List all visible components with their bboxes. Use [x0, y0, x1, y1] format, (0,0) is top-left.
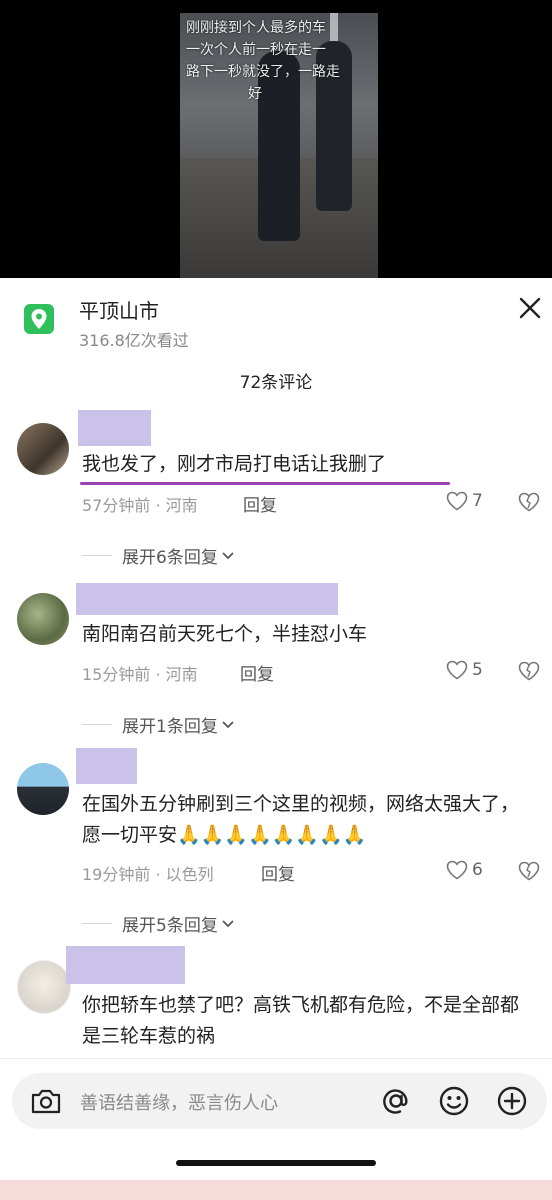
- expand-replies-label: 展开1条回复: [122, 717, 218, 737]
- video-caption-line: 路下一秒就没了，一路走: [186, 64, 340, 80]
- comment-meta: 15分钟前 · 河南: [82, 665, 198, 684]
- expand-replies-label: 展开6条回复: [122, 548, 218, 568]
- camera-icon[interactable]: [28, 1083, 64, 1119]
- expand-divider: [82, 923, 112, 924]
- close-icon[interactable]: [517, 295, 543, 321]
- comment-meta: 57分钟前 · 河南: [82, 496, 198, 515]
- video-caption-line: 一次个人前一秒在走一: [186, 42, 326, 58]
- like-button[interactable]: 6: [446, 860, 483, 880]
- expand-replies-label: 展开5条回复: [122, 916, 218, 936]
- chevron-down-icon: [222, 919, 234, 927]
- location-views: 316.8亿次看过: [79, 331, 189, 350]
- dislike-icon[interactable]: [518, 861, 540, 885]
- like-count: 7: [472, 491, 483, 511]
- emoji-icon[interactable]: [436, 1083, 472, 1119]
- avatar[interactable]: [17, 960, 71, 1014]
- avatar[interactable]: [17, 593, 69, 645]
- redacted-username: [66, 946, 185, 984]
- chevron-down-icon: [222, 551, 234, 559]
- comment-text: 南阳南召前天死七个，半挂怼小车: [82, 623, 368, 645]
- home-indicator[interactable]: [176, 1160, 376, 1166]
- expand-replies-button[interactable]: 展开6条回复: [82, 543, 235, 568]
- heart-icon: [446, 860, 468, 880]
- redacted-username: [76, 583, 338, 615]
- like-button[interactable]: 7: [446, 491, 483, 511]
- avatar[interactable]: [17, 763, 69, 815]
- expand-divider: [82, 555, 112, 556]
- comment-meta: 19分钟前 · 以色列: [82, 865, 214, 884]
- avatar[interactable]: [17, 423, 69, 475]
- heart-icon: [446, 660, 468, 680]
- video-caption-line: 好: [248, 86, 262, 102]
- like-button[interactable]: 5: [446, 660, 483, 680]
- reply-button[interactable]: 回复: [240, 660, 274, 685]
- comment-text: 在国外五分钟刷到三个这里的视频，网络太强大了，愿一切平安🙏🙏🙏🙏🙏🙏🙏🙏: [82, 793, 520, 846]
- bottom-strip: [0, 1180, 552, 1200]
- input-divider: [0, 1058, 552, 1059]
- heart-icon: [446, 491, 468, 511]
- redacted-username: [76, 748, 137, 784]
- video-caption-line: 刚刚接到个人最多的车: [186, 20, 326, 36]
- expand-replies-button[interactable]: 展开1条回复: [82, 712, 235, 737]
- reply-button[interactable]: 回复: [261, 860, 295, 885]
- at-icon[interactable]: [378, 1083, 414, 1119]
- comment-text: 你把轿车也禁了吧？高铁飞机都有危险，不是全部都是三轮车惹的祸: [82, 994, 520, 1047]
- dislike-icon[interactable]: [518, 492, 540, 516]
- comment-count: 72条评论: [239, 373, 313, 393]
- location-title[interactable]: 平顶山市: [79, 295, 159, 324]
- chevron-down-icon: [222, 720, 234, 728]
- dislike-icon[interactable]: [518, 661, 540, 685]
- location-pin-icon: [24, 304, 54, 334]
- expand-divider: [82, 724, 112, 725]
- video-player[interactable]: 刚刚接到个人最多的车 一次个人前一秒在走一 路下一秒就没了，一路走 好: [0, 0, 552, 278]
- reply-button[interactable]: 回复: [243, 491, 277, 516]
- highlight-underline: [80, 482, 450, 485]
- expand-replies-button[interactable]: 展开5条回复: [82, 911, 235, 936]
- comment-text: 我也发了，刚才市局打电话让我删了: [82, 453, 387, 475]
- like-count: 5: [472, 660, 483, 680]
- video-frame: 刚刚接到个人最多的车 一次个人前一秒在走一 路下一秒就没了，一路走 好: [180, 13, 378, 278]
- comment-sheet: 平顶山市 316.8亿次看过 72条评论 我也发了，刚才市局打电话让我删了 57…: [0, 278, 552, 1200]
- plus-icon[interactable]: [494, 1083, 530, 1119]
- comment-input-bar[interactable]: 善语结善缘，恶言伤人心: [12, 1073, 547, 1129]
- like-count: 6: [472, 860, 483, 880]
- location-header[interactable]: 平顶山市 316.8亿次看过: [0, 278, 552, 358]
- redacted-username: [78, 410, 151, 446]
- comment-input[interactable]: 善语结善缘，恶言伤人心: [80, 1089, 278, 1115]
